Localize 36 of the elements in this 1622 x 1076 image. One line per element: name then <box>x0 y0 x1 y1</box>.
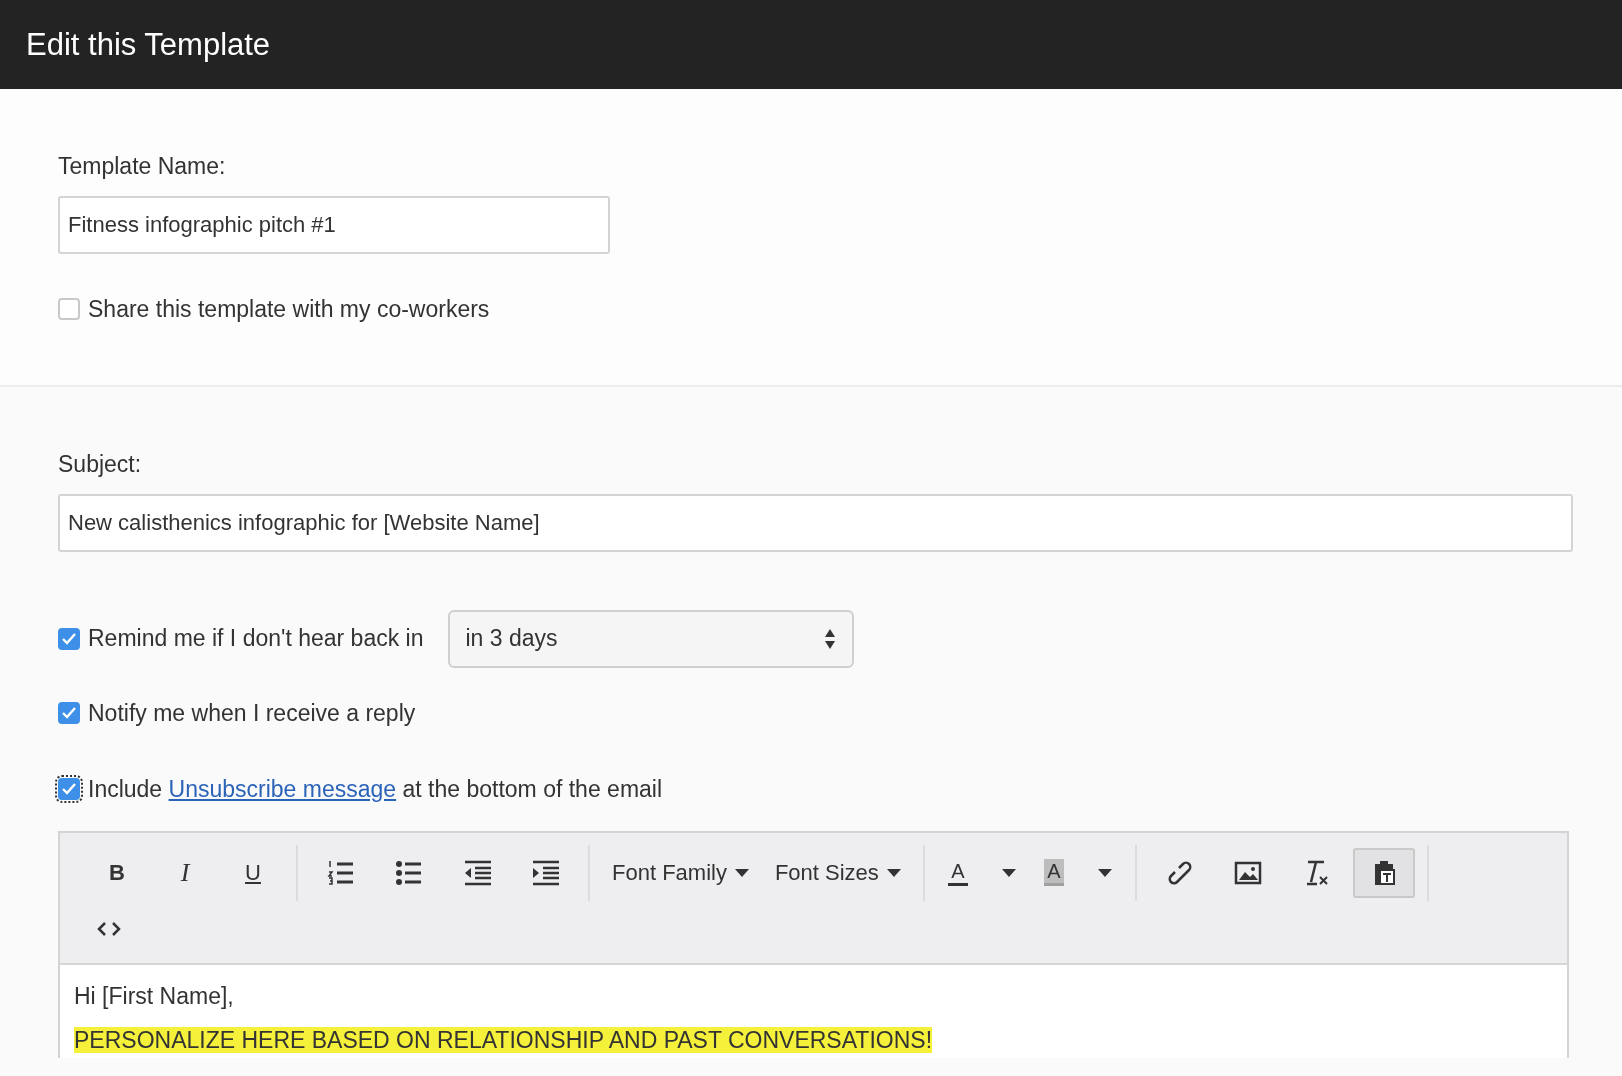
checkbox-label: Notify me when I receive a reply <box>88 698 416 728</box>
input-field[interactable]: Fitness infographic pitch #1 <box>58 195 610 254</box>
input-field[interactable]: New calisthenics infographic for [Website Name] <box>58 493 1573 552</box>
checkbox[interactable] <box>58 778 80 801</box>
highlighted-text: PERSONALIZE HERE BASED ON RELATIONSHIP AND PAST CONVERSATIONS! <box>74 1027 933 1053</box>
indent-icon <box>531 858 559 887</box>
checkbox[interactable] <box>58 701 80 724</box>
field-label: Subject: <box>58 450 143 479</box>
checkbox-label: Remind me if I don't hear back in <box>88 624 424 654</box>
numbered-list-icon <box>327 858 355 887</box>
dropdown-button[interactable]: Font Family <box>602 847 759 898</box>
field-label: Template Name: <box>58 152 227 181</box>
dropdown-button[interactable]: Font Sizes <box>764 847 911 898</box>
caret-icon <box>734 868 749 877</box>
unsubscribe-link[interactable]: Unsubscribe message <box>168 776 397 802</box>
caret-icon <box>886 868 901 877</box>
checkbox-label: Share this template with my co-workers <box>88 294 490 324</box>
caret-icon <box>1097 868 1112 877</box>
check-icon <box>61 705 77 720</box>
check-icon <box>61 631 77 646</box>
checkbox[interactable] <box>58 627 80 650</box>
checkbox[interactable] <box>58 297 80 320</box>
checkbox-label: Include Unsubscribe message at the bottom of the email <box>88 775 663 804</box>
text-color-button[interactable]: A <box>936 847 1027 898</box>
select-dropdown[interactable]: in 3 days <box>447 609 854 668</box>
outdent-icon <box>463 858 491 887</box>
caret-icon <box>1001 868 1016 877</box>
body-text: Hi [First Name], <box>74 982 234 1009</box>
underline-button[interactable]: U <box>222 847 284 898</box>
check-icon <box>61 782 77 797</box>
paste-button[interactable] <box>1352 847 1415 898</box>
bold-button[interactable]: B <box>86 847 148 898</box>
background-color-button[interactable]: A <box>1032 847 1123 898</box>
bulleted-list-icon <box>395 858 423 887</box>
italic-button[interactable]: I <box>154 847 216 898</box>
window-title: Edit this Template <box>26 25 271 64</box>
